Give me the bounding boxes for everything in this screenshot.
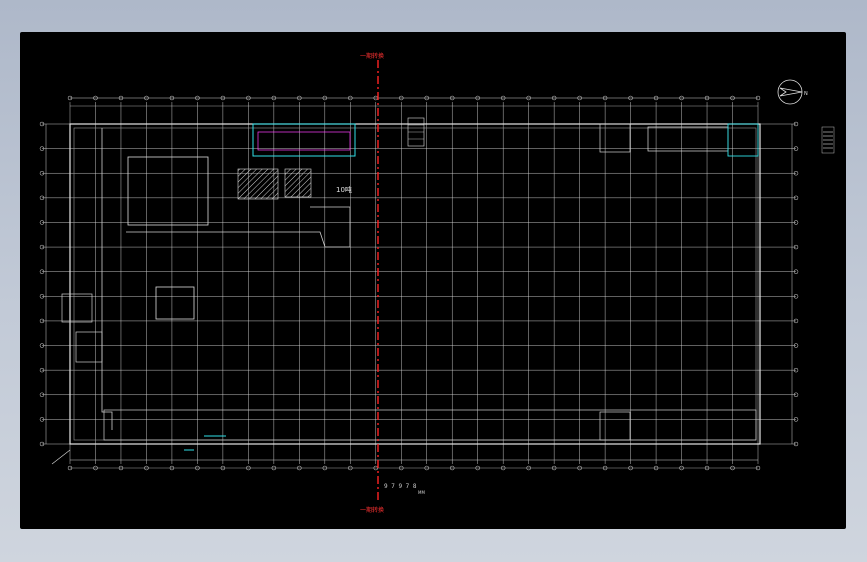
left-block-upper <box>127 156 209 226</box>
cad-viewport[interactable]: 一期转换 一期转换 10吨 9 7 9 7 8 MM N <box>20 32 846 529</box>
building-inner-wall <box>73 127 757 441</box>
office-block-cyan-inner <box>257 131 351 151</box>
bottom-dimension-unit: MM <box>418 490 425 495</box>
grid-horizontal-lines <box>42 123 796 445</box>
bottom-strip <box>103 409 757 441</box>
room-label: 10吨 <box>336 185 352 194</box>
section-marker-top: 一期转换 <box>360 52 384 60</box>
hatched-area-1 <box>237 168 279 200</box>
leader-line <box>51 449 71 465</box>
building-outline <box>69 123 761 445</box>
small-room-center <box>155 286 195 320</box>
hatched-area-2 <box>284 168 312 198</box>
section-marker-bottom: 一期转换 <box>360 506 384 514</box>
partition-line <box>126 206 351 248</box>
legend-block <box>821 126 835 154</box>
right-office-block <box>647 126 729 152</box>
north-arrow-label: N <box>804 91 808 97</box>
equipment-mark-top <box>407 117 425 147</box>
left-service-room-2 <box>75 331 103 363</box>
bottom-dimension-text: 9 7 9 7 8 <box>384 483 417 490</box>
axis-bubbles <box>39 95 799 471</box>
office-block-cyan <box>252 123 356 157</box>
floor-plan-drawing: 一期转换 一期转换 10吨 9 7 9 7 8 MM N <box>39 52 835 514</box>
north-arrow-icon: N <box>777 79 808 105</box>
left-service-room-1 <box>61 293 93 323</box>
bottom-right-room <box>599 411 631 441</box>
